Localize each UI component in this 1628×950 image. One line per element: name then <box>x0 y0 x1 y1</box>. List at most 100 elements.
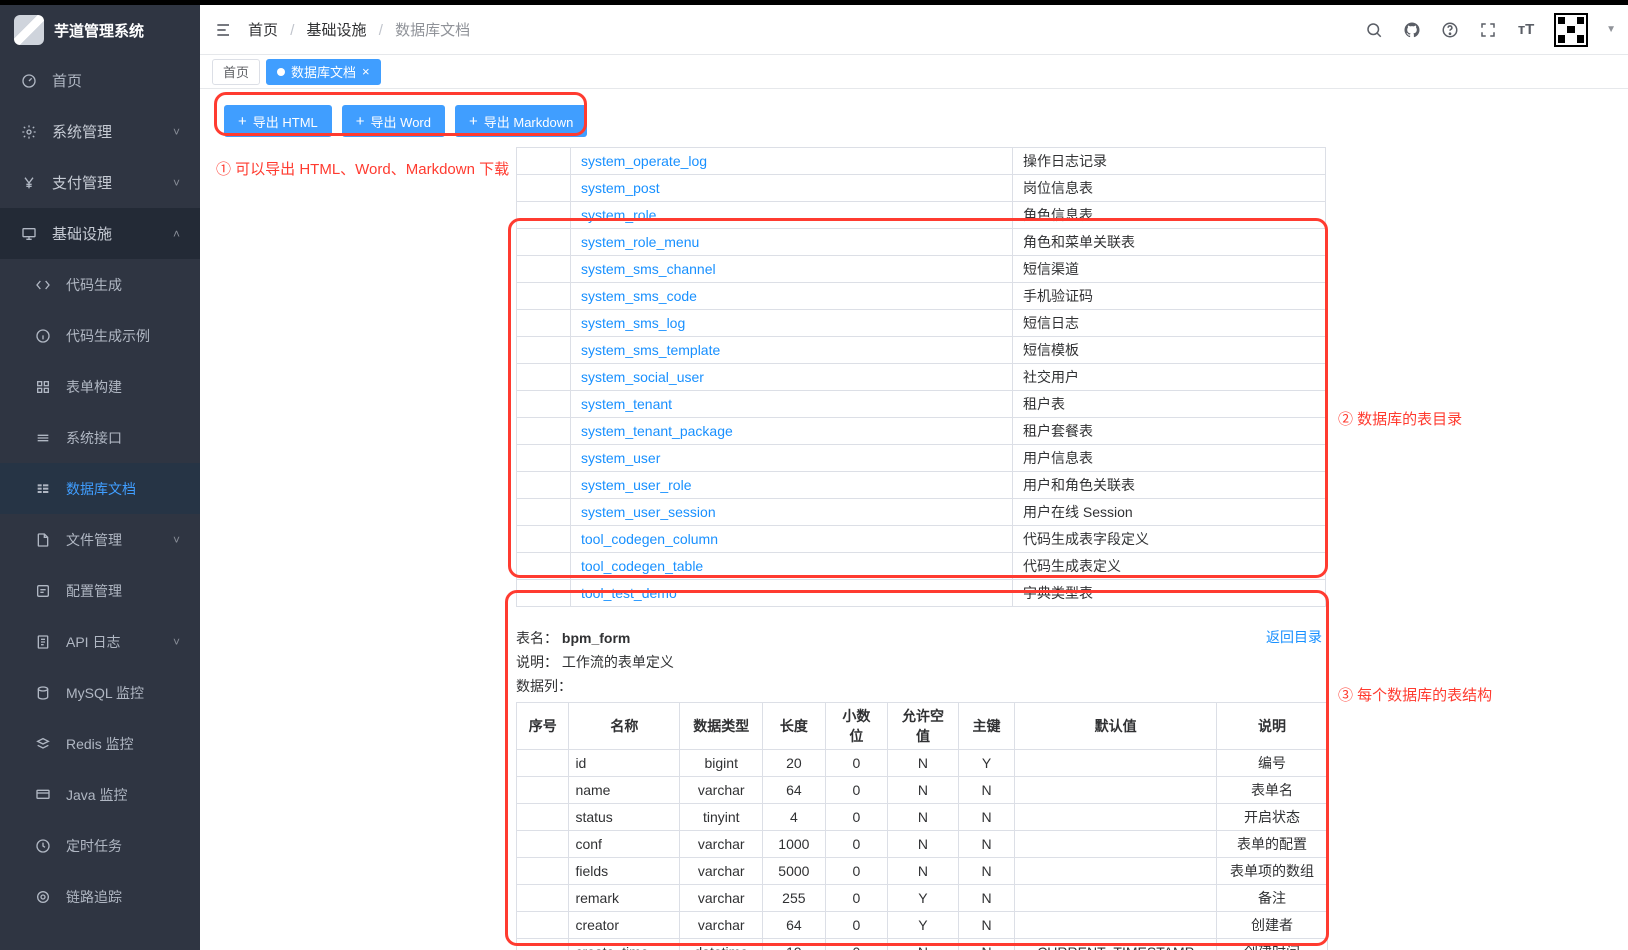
table-link[interactable]: system_operate_log <box>571 148 1013 175</box>
table-link[interactable]: system_user_role <box>571 472 1013 499</box>
sidebar-item-3[interactable]: 基础设施˄ <box>0 208 200 259</box>
sidebar-item-1[interactable]: 系统管理 ˅ <box>0 106 200 157</box>
fullscreen-icon[interactable] <box>1478 20 1498 40</box>
sidebar: 芋道管理系统 首页系统管理˅支付管理˅基础设施˄代码生成代码生成示例表单构建系统… <box>0 5 200 950</box>
table-desc: 代码生成表定义 <box>1013 553 1326 580</box>
col-header: 长度 <box>763 703 826 750</box>
app-title: 芋道管理系统 <box>54 20 144 41</box>
table-row: system_tenant租户表 <box>517 391 1326 418</box>
table-link[interactable]: system_user_session <box>571 499 1013 526</box>
col-header: 主键 <box>958 703 1014 750</box>
grid-icon <box>34 378 52 396</box>
table-link[interactable]: system_sms_log <box>571 310 1013 337</box>
github-icon[interactable] <box>1402 20 1422 40</box>
table-desc: 社交用户 <box>1013 364 1326 391</box>
table-link[interactable]: system_post <box>571 175 1013 202</box>
col-header: 默认值 <box>1015 703 1217 750</box>
table-row: system_user_session用户在线 Session <box>517 499 1326 526</box>
sidebar-item-10[interactable]: 配置管理 <box>0 565 200 616</box>
sidebar-item-2[interactable]: 支付管理˅ <box>0 157 200 208</box>
table-link[interactable]: system_role_menu <box>571 229 1013 256</box>
table-link[interactable]: tool_codegen_table <box>571 553 1013 580</box>
table-link[interactable]: system_social_user <box>571 364 1013 391</box>
sidebar-item-0[interactable]: 首页 <box>0 55 200 106</box>
table-link[interactable]: tool_test_demo <box>571 580 1013 607</box>
annotation-text-3: ③ 每个数据库的表结构 <box>1338 684 1492 705</box>
export-word-button[interactable]: +导出 Word <box>342 105 445 137</box>
tab-db-doc[interactable]: 数据库文档× <box>266 59 381 85</box>
table-desc: 短信模板 <box>1013 337 1326 364</box>
table-link[interactable]: system_sms_channel <box>571 256 1013 283</box>
sidebar-item-label: 数据库文档 <box>66 479 136 499</box>
sidebar-item-9[interactable]: 文件管理˅ <box>0 514 200 565</box>
header: 首页 / 基础设施 / 数据库文档 ᴛT ▼ <box>200 5 1628 55</box>
table-row: system_role角色信息表 <box>517 202 1326 229</box>
col-header: 小数位 <box>825 703 888 750</box>
plus-icon: + <box>356 113 365 130</box>
sidebar-item-5[interactable]: 代码生成示例 <box>0 310 200 361</box>
sidebar-item-16[interactable]: 链路追踪 <box>0 871 200 922</box>
table-desc: 用户信息表 <box>1013 445 1326 472</box>
tabs-bar: 首页 数据库文档× <box>200 55 1628 89</box>
sidebar-item-15[interactable]: 定时任务 <box>0 820 200 871</box>
tab-home[interactable]: 首页 <box>212 59 260 85</box>
table-link[interactable]: system_role <box>571 202 1013 229</box>
user-dropdown-icon[interactable]: ▼ <box>1606 24 1616 35</box>
sidebar-item-label: 文件管理 <box>66 530 122 550</box>
table-desc: 租户套餐表 <box>1013 418 1326 445</box>
table-link[interactable]: system_tenant_package <box>571 418 1013 445</box>
table-row: statustinyint40NN开启状态 <box>517 804 1328 831</box>
table-desc: 短信渠道 <box>1013 256 1326 283</box>
table-desc: 字典类型表 <box>1013 580 1326 607</box>
sidebar-item-12[interactable]: MySQL 监控 <box>0 667 200 718</box>
sidebar-item-label: 首页 <box>52 70 82 91</box>
chevron-down-icon: ˅ <box>173 176 180 190</box>
close-icon[interactable]: × <box>362 64 370 79</box>
chevron-down-icon: ˅ <box>173 125 180 139</box>
sidebar-item-8[interactable]: 数据库文档 <box>0 463 200 514</box>
search-icon[interactable] <box>1364 20 1384 40</box>
col-header: 说明 <box>1216 703 1327 750</box>
table-row: idbigint200NY编号 <box>517 750 1328 777</box>
table-link[interactable]: system_user <box>571 445 1013 472</box>
menu-toggle-icon[interactable] <box>214 20 234 40</box>
sidebar-item-label: 配置管理 <box>66 581 122 601</box>
table-desc: 角色和菜单关联表 <box>1013 229 1326 256</box>
table-desc: 代码生成表字段定义 <box>1013 526 1326 553</box>
sidebar-item-13[interactable]: Redis 监控 <box>0 718 200 769</box>
header-icons: ᴛT ▼ <box>1364 13 1616 47</box>
java-icon <box>34 786 52 804</box>
detail-desc-value: 工作流的表单定义 <box>562 654 674 670</box>
breadcrumb: 首页 / 基础设施 / 数据库文档 <box>248 19 470 40</box>
sidebar-item-14[interactable]: Java 监控 <box>0 769 200 820</box>
sidebar-header: 芋道管理系统 <box>0 5 200 55</box>
export-markdown-button[interactable]: +导出 Markdown <box>455 105 587 137</box>
sidebar-item-7[interactable]: 系统接口 <box>0 412 200 463</box>
table-row: tool_codegen_column代码生成表字段定义 <box>517 526 1326 553</box>
table-row: system_sms_code手机验证码 <box>517 283 1326 310</box>
breadcrumb-item[interactable]: 基础设施 <box>307 22 367 39</box>
sidebar-item-label: 系统接口 <box>66 428 122 448</box>
sidebar-item-6[interactable]: 表单构建 <box>0 361 200 412</box>
help-icon[interactable] <box>1440 20 1460 40</box>
back-to-toc-link[interactable]: 返回目录 <box>1266 627 1322 647</box>
sidebar-item-11[interactable]: API 日志˅ <box>0 616 200 667</box>
table-row: system_sms_channel短信渠道 <box>517 256 1326 283</box>
table-link[interactable]: system_sms_code <box>571 283 1013 310</box>
info-icon <box>34 327 52 345</box>
redis-icon <box>34 735 52 753</box>
sidebar-item-4[interactable]: 代码生成 <box>0 259 200 310</box>
export-html-button[interactable]: +导出 HTML <box>224 105 332 137</box>
qr-code-icon[interactable] <box>1554 13 1588 47</box>
table-link[interactable]: tool_codegen_column <box>571 526 1013 553</box>
breadcrumb-item[interactable]: 首页 <box>248 22 278 39</box>
breadcrumb-item: 数据库文档 <box>395 22 470 39</box>
sidebar-item-label: API 日志 <box>66 632 120 652</box>
table-link[interactable]: system_tenant <box>571 391 1013 418</box>
table-detail: 返回目录 表名： bpm_form 说明： 工作流的表单定义 数据列： 序号名称… <box>516 627 1328 950</box>
code-icon <box>34 276 52 294</box>
font-size-icon[interactable]: ᴛT <box>1516 20 1536 40</box>
table-row: tool_test_demo字典类型表 <box>517 580 1326 607</box>
sidebar-item-label: 系统管理 <box>52 121 112 142</box>
table-link[interactable]: system_sms_template <box>571 337 1013 364</box>
